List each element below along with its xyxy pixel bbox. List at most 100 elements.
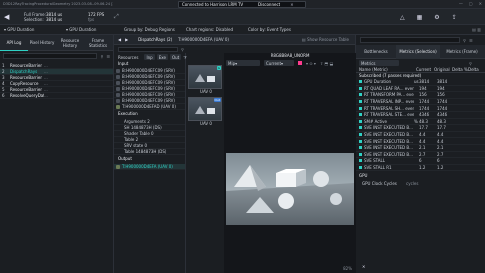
scene-render[interactable] (226, 153, 354, 225)
api-log-search-input[interactable] (3, 53, 98, 59)
metric-checkbox[interactable] (359, 146, 362, 150)
metrics-filter-dropdown[interactable]: Metrics (359, 60, 399, 66)
metric-row[interactable]: SVE INST EXECUTED B... % 2.1 2.1 (356, 145, 485, 152)
uav-thumbnail[interactable]: G (188, 65, 222, 89)
col-current[interactable]: Current (416, 67, 434, 72)
metric-checkbox[interactable] (359, 100, 362, 104)
metric-checkbox[interactable] (359, 86, 362, 90)
metric-checkbox[interactable] (359, 139, 362, 143)
metric-row[interactable]: RT TRAVERSAL INP... events 1744 1744 (356, 99, 485, 106)
warning-icon[interactable]: △ (400, 14, 405, 21)
filter-icon[interactable]: ⚲ (100, 54, 103, 59)
col-delta[interactable]: Delta (468, 67, 482, 72)
tab-resource-history[interactable]: Resource History (56, 38, 84, 48)
metrics-search-icon[interactable]: ⚲ (463, 38, 466, 43)
metric-checkbox[interactable] (359, 126, 362, 130)
metric-checkbox[interactable] (359, 133, 362, 137)
nav-forward-icon[interactable]: ▶ (125, 37, 128, 42)
row-index: 1 (2, 63, 5, 68)
tab-execution[interactable]: Exe (156, 54, 168, 60)
color-by-dropdown[interactable]: Color by: Event Types (248, 27, 318, 32)
metric-row[interactable]: RT TRAVERSAL SH... events 1744 1744 (356, 105, 485, 112)
timeline-dropdown-1[interactable]: ▾ GPU Duration (66, 27, 124, 32)
current-dropdown[interactable]: Current ▾ (264, 60, 294, 66)
channel-red-icon[interactable] (298, 61, 302, 65)
metric-row[interactable]: SM# Active% 48.3 48.3 (356, 119, 485, 126)
timeline-dropdown-0[interactable]: ▾ GPU Duration (4, 27, 66, 32)
output-row-selected[interactable]: T:H900000D4EFA (UAV 0) (114, 164, 185, 170)
tab-metrics-selection[interactable]: Metrics (Selection) (396, 44, 440, 59)
metric-row[interactable]: RT TRAVERSAL STE... events 4346 4346 (356, 112, 485, 119)
gear-icon[interactable]: ⚙ (434, 14, 439, 21)
metric-original: 1.2 (437, 165, 444, 171)
disconnect-button[interactable]: Disconnect (258, 2, 280, 7)
metric-original: 2.1 (437, 145, 444, 151)
metric-checkbox[interactable] (359, 119, 362, 123)
resource-inspector-panel: ◀ ▶ DispatchRays (2) T:H900000D4EFA (UAV… (114, 35, 356, 273)
back-icon[interactable]: ◀ (4, 13, 9, 21)
metrics-search-input[interactable] (360, 37, 460, 43)
metric-row[interactable]: SVE INST EXECUTED B... % 4.4 4.4 (356, 132, 485, 139)
metric-checkbox[interactable] (359, 106, 362, 110)
tab-metrics-frame[interactable]: Metrics (Frame) (440, 49, 484, 54)
save-image-icon[interactable]: ⇪ ⬒ ⬓ (320, 61, 333, 66)
metric-row[interactable]: GPU Duration us 3814 3814 (356, 79, 485, 86)
minimize-icon[interactable]: — (459, 1, 463, 6)
resource-input-row[interactable]: T:H900000D4EFAD (UAV 0) (114, 104, 185, 110)
show-resource-table-button[interactable]: ▤ Show Resource Table (302, 37, 349, 42)
metric-checkbox[interactable] (359, 93, 362, 97)
resource-thumbnails: G UAV 0 Out UAV 0 (188, 65, 224, 127)
metric-row[interactable]: RT TRANSFORM PA... events 156 156 (356, 92, 485, 99)
banner-close-icon[interactable]: ✕ (290, 2, 293, 7)
resource-search-input[interactable] (118, 46, 178, 52)
resource-search-icon[interactable]: ⚲ (181, 47, 184, 52)
tab-api-log[interactable]: API Log (0, 35, 28, 51)
metrics-panel: ⚲ ☰ Bottlenecks Metrics (Selection) Metr… (356, 35, 485, 273)
nav-back-icon[interactable]: ◀ (118, 37, 121, 42)
metrics-search-icon-2[interactable]: ⚲ (469, 61, 472, 66)
tab-frame-statistics[interactable]: Frame Statistics (84, 38, 112, 48)
timeline-settings-icon[interactable]: ▤ ▥ (472, 27, 481, 32)
tab-outputs[interactable]: Out (169, 54, 182, 60)
metric-row[interactable]: SVE STALL R1 1.2 1.2 (356, 165, 485, 172)
filter-funnel-icon[interactable]: ⧩ (183, 55, 187, 60)
metrics-close-icon[interactable]: ✕ (362, 264, 365, 269)
tab-resources[interactable]: Resources (118, 55, 138, 60)
metric-row[interactable]: SVE INST EXECUTED B... % 4.4 4.4 (356, 138, 485, 145)
left-panel-tabs: API Log Pixel History Resource History F… (0, 35, 113, 51)
col-name[interactable]: Name (Metric) (359, 67, 416, 72)
metric-original: 156 (437, 92, 445, 98)
resource-header: ◀ ▶ DispatchRays (2) T:H900000D4EFA (UAV… (114, 35, 355, 45)
metric-name: SVE INST EXECUTED B... % (364, 145, 414, 151)
metric-checkbox[interactable] (359, 159, 362, 163)
maximize-icon[interactable]: ▢ (469, 1, 473, 6)
metric-checkbox[interactable] (359, 152, 362, 156)
mip-label: Mip (228, 60, 236, 66)
metrics-menu-icon[interactable]: ☰ (469, 38, 473, 43)
col-original[interactable]: Original (434, 67, 452, 72)
metric-checkbox[interactable] (359, 80, 362, 84)
channel-options-icon[interactable]: ▾ ⊙ ▾ (306, 61, 316, 66)
tab-inputs[interactable]: Inp (144, 54, 155, 60)
metric-row[interactable]: RT QUAD LEAF RA... events 194 194 (356, 86, 485, 93)
metric-checkbox[interactable] (359, 113, 362, 117)
frame-nav-icon[interactable]: ⤢ (114, 13, 119, 21)
metric-row[interactable]: SVE STALL 6 6 (356, 158, 485, 165)
metric-row[interactable]: SVE INST EXECUTED B... % 17.7 17.7 (356, 125, 485, 132)
metric-checkbox[interactable] (359, 166, 362, 170)
tab-pixel-history[interactable]: Pixel History (28, 40, 56, 45)
tab-bottlenecks[interactable]: Bottlenecks (356, 49, 396, 54)
mip-dropdown[interactable]: Mip ▾ (226, 60, 260, 66)
gpu-clock-row[interactable]: GPU Clock Cycles cycles (356, 180, 485, 186)
uav-thumbnail[interactable]: Out (188, 97, 222, 121)
exec-row[interactable]: Table 1484873H (DS) (114, 149, 185, 155)
group-by-dropdown[interactable]: Group by: Debug Regions (124, 27, 186, 32)
api-log-row[interactable]: 6 ResolveQueryData ... (0, 93, 113, 99)
col-delta-pct[interactable]: Delta % (452, 67, 468, 72)
export-icon[interactable]: ⇪ (452, 14, 457, 21)
chart-regions-dropdown[interactable]: Chart regions: Disabled (186, 27, 248, 32)
close-icon[interactable]: ✕ (479, 1, 482, 6)
grid-icon[interactable]: ▦ (417, 14, 423, 21)
tree-icon[interactable]: ☰ (106, 54, 110, 59)
metric-row[interactable]: SVE INST EXECUTED B... % 2.7 2.7 (356, 152, 485, 159)
